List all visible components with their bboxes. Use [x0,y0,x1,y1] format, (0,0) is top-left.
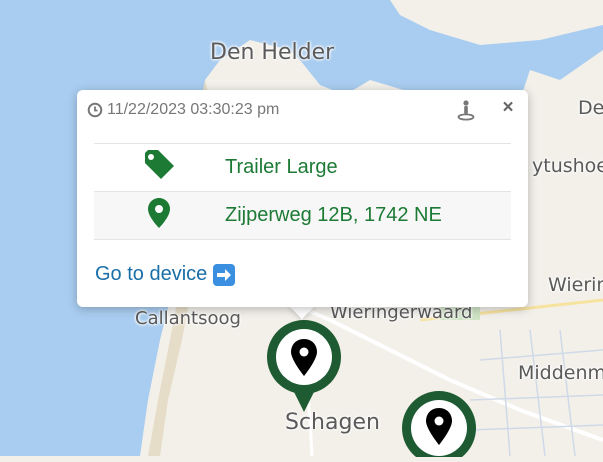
go-to-device-link[interactable]: Go to device [95,263,236,286]
device-marker[interactable] [263,316,345,416]
place-label-ytushoe: ytushoe [532,155,603,177]
person-location-icon [457,100,475,121]
device-marker[interactable] [398,387,480,462]
device-name: Trailer Large [224,143,511,192]
table-row: Trailer Large [94,143,511,192]
table-row: Zijperweg 12B, 1742 NE [94,191,511,240]
place-label-de: De [578,97,603,119]
place-label-wierin: Wierin [548,274,603,296]
locate-device-button[interactable] [457,99,475,121]
timestamp: 11/22/2023 03:30:23 pm [107,101,280,118]
clock-icon [87,102,103,118]
place-label-den-helder: Den Helder [210,40,335,65]
go-to-device-label: Go to device [95,263,208,285]
location-pin-icon [148,198,170,228]
timestamp-row: 11/22/2023 03:30:23 pm [87,100,279,120]
place-label-callantsoog: Callantsoog [135,308,241,329]
place-label-middenm: Middenm [518,362,603,384]
right-arrow-icon [213,263,236,286]
device-address: Zijperweg 12B, 1742 NE [224,191,511,240]
tag-icon [145,150,174,179]
close-button[interactable]: × [499,97,517,119]
device-info-table: Trailer Large Zijperweg 12B, 1742 NE [94,143,511,240]
popup-tip [288,305,316,319]
device-popup: 11/22/2023 03:30:23 pm × Trailer Large Z… [77,90,528,307]
